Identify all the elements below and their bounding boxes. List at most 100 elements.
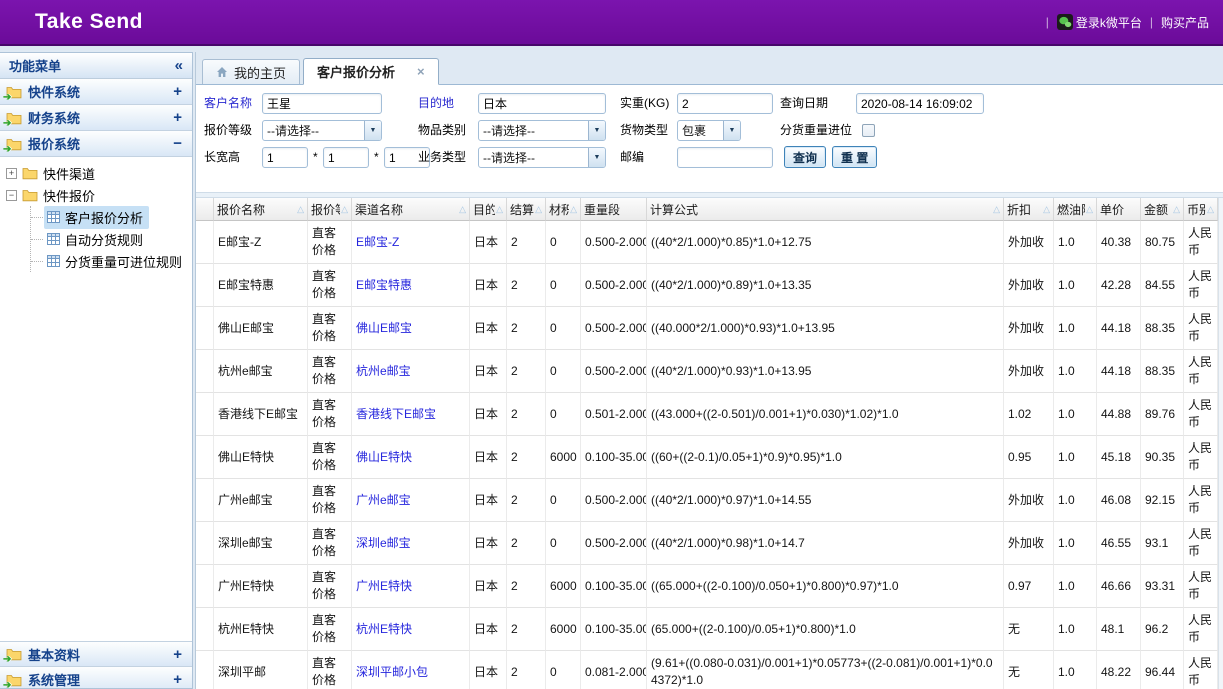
cell-price: 46.55 bbox=[1097, 522, 1141, 565]
column-header-4[interactable]: 结算重△ bbox=[507, 198, 546, 221]
column-header-3[interactable]: 目的地△ bbox=[470, 198, 507, 221]
destination-label: 目的地 bbox=[418, 93, 454, 114]
table-row[interactable]: 广州E特快直客价格广州E特快日本260000.100-35.000((65.00… bbox=[196, 565, 1218, 608]
sidebar-section-finance-system[interactable]: ➔ 财务系统 + bbox=[0, 105, 192, 131]
weight-input[interactable] bbox=[677, 93, 773, 114]
tree-leaf-customer-quote-analysis[interactable]: 客户报价分析 bbox=[31, 206, 192, 228]
item-category-select[interactable]: --请选择-- ▼ bbox=[478, 120, 606, 141]
login-kwei-link[interactable]: 登录k微平台 bbox=[1057, 14, 1142, 31]
destination-input[interactable] bbox=[478, 93, 606, 114]
expand-plus-icon[interactable]: + bbox=[173, 109, 182, 126]
collapse-sidebar-icon[interactable]: « bbox=[175, 57, 183, 74]
channel-link[interactable]: 杭州e邮宝 bbox=[356, 364, 411, 378]
cell-grade: 直客价格 bbox=[308, 651, 352, 689]
column-header-12[interactable]: 币别△ bbox=[1184, 198, 1218, 221]
table-row[interactable]: 香港线下E邮宝直客价格香港线下E邮宝日本200.501-2.000((43.00… bbox=[196, 393, 1218, 436]
column-header-5[interactable]: 材积重△ bbox=[546, 198, 581, 221]
column-header-1[interactable]: 报价等级△ bbox=[308, 198, 352, 221]
sort-icon: △ bbox=[459, 204, 466, 215]
channel-link[interactable]: 广州e邮宝 bbox=[356, 493, 411, 507]
cell-name: 深圳平邮 bbox=[214, 651, 308, 689]
channel-link[interactable]: 深圳平邮小包 bbox=[356, 665, 428, 679]
channel-link[interactable]: 深圳e邮宝 bbox=[356, 536, 411, 550]
sidebar-section-system-admin[interactable]: ➔ 系统管理 + bbox=[0, 667, 192, 689]
sort-icon: △ bbox=[570, 204, 577, 215]
row-indicator-cell bbox=[196, 350, 214, 393]
expand-plus-icon[interactable]: + bbox=[173, 83, 182, 100]
column-header-9[interactable]: 燃油附加△ bbox=[1054, 198, 1097, 221]
cell-currency: 人民币 bbox=[1184, 522, 1218, 565]
search-button[interactable]: 查询 bbox=[784, 146, 826, 168]
chevron-down-icon[interactable]: ▼ bbox=[588, 121, 605, 140]
vertical-scrollbar[interactable] bbox=[1218, 198, 1223, 689]
table-row[interactable]: 深圳e邮宝直客价格深圳e邮宝日本200.500-2.000((40*2/1.00… bbox=[196, 522, 1218, 565]
table-row[interactable]: 佛山E特快直客价格佛山E特快日本260000.100-35.000((60+((… bbox=[196, 436, 1218, 479]
tree-collapse-icon[interactable]: − bbox=[6, 190, 17, 201]
channel-link[interactable]: 杭州E特快 bbox=[356, 622, 412, 636]
tree-node-express-channel[interactable]: + 快件渠道 bbox=[0, 162, 192, 184]
width-input[interactable] bbox=[323, 147, 369, 168]
table-row[interactable]: 杭州E特快直客价格杭州E特快日本260000.100-35.000(65.000… bbox=[196, 608, 1218, 651]
cell-formula: ((40*2/1.000)*0.85)*1.0+12.75 bbox=[647, 221, 1004, 264]
tab-my-homepage[interactable]: 我的主页 bbox=[202, 59, 300, 84]
column-header-0[interactable]: 报价名称△ bbox=[214, 198, 308, 221]
column-header-8[interactable]: 折扣△ bbox=[1004, 198, 1054, 221]
tree-leaf-split-weight-round-rules[interactable]: 分货重量可进位规则 bbox=[31, 250, 192, 272]
quote-grade-label: 报价等级 bbox=[204, 120, 252, 141]
column-label: 单价 bbox=[1100, 201, 1137, 218]
table-row[interactable]: 广州e邮宝直客价格广州e邮宝日本200.500-2.000((40*2/1.00… bbox=[196, 479, 1218, 522]
sidebar-section-basic-data[interactable]: ➔ 基本资料 + bbox=[0, 641, 192, 667]
cell-grade: 直客价格 bbox=[308, 264, 352, 307]
close-tab-icon[interactable]: × bbox=[417, 67, 425, 77]
cell-range: 0.100-35.000 bbox=[581, 436, 647, 479]
column-header-11[interactable]: 金额△ bbox=[1141, 198, 1184, 221]
table-row[interactable]: 杭州e邮宝直客价格杭州e邮宝日本200.500-2.000((40*2/1.00… bbox=[196, 350, 1218, 393]
customer-name-input[interactable] bbox=[262, 93, 382, 114]
cell-range: 0.500-2.000 bbox=[581, 479, 647, 522]
query-date-input[interactable] bbox=[856, 93, 984, 114]
expand-plus-icon[interactable]: + bbox=[173, 646, 182, 663]
table-row[interactable]: E邮宝特惠直客价格E邮宝特惠日本200.500-2.000((40*2/1.00… bbox=[196, 264, 1218, 307]
column-header-7[interactable]: 计算公式△ bbox=[647, 198, 1004, 221]
column-header-10[interactable]: 单价 bbox=[1097, 198, 1141, 221]
folder-arrow-icon: ➔ bbox=[6, 673, 22, 687]
channel-link[interactable]: 佛山E特快 bbox=[356, 450, 412, 464]
reset-button[interactable]: 重 置 bbox=[832, 146, 877, 168]
channel-link[interactable]: 香港线下E邮宝 bbox=[356, 407, 436, 421]
cargo-type-select[interactable]: 包裹 ▼ bbox=[677, 120, 741, 141]
cell-formula: ((43.000+((2-0.501)/0.001+1)*0.030)*1.02… bbox=[647, 393, 1004, 436]
business-type-select[interactable]: --请选择-- ▼ bbox=[478, 147, 606, 168]
sidebar: 功能菜单 « ➔ 快件系统 + ➔ 财务系统 + bbox=[0, 52, 193, 689]
sidebar-section-quote-system[interactable]: ➔ 报价系统 − bbox=[0, 131, 192, 157]
tree-node-express-quote[interactable]: − 快件报价 bbox=[0, 184, 192, 206]
chevron-down-icon[interactable]: ▼ bbox=[588, 148, 605, 167]
sort-icon: △ bbox=[1173, 204, 1180, 215]
tree-expand-icon[interactable]: + bbox=[6, 168, 17, 179]
chevron-down-icon[interactable]: ▼ bbox=[723, 121, 740, 140]
column-header-6[interactable]: 重量段 bbox=[581, 198, 647, 221]
table-row[interactable]: 深圳平邮直客价格深圳平邮小包日本200.081-2.000(9.61+((0.0… bbox=[196, 651, 1218, 689]
channel-link[interactable]: 广州E特快 bbox=[356, 579, 412, 593]
channel-link[interactable]: E邮宝特惠 bbox=[356, 278, 412, 292]
table-row[interactable]: 佛山E邮宝直客价格佛山E邮宝日本200.500-2.000((40.000*2/… bbox=[196, 307, 1218, 350]
sidebar-section-express-system[interactable]: ➔ 快件系统 + bbox=[0, 79, 192, 105]
column-label: 金额 bbox=[1144, 201, 1172, 218]
column-header-2[interactable]: 渠道名称△ bbox=[352, 198, 470, 221]
cell-channel: 佛山E邮宝 bbox=[352, 307, 470, 350]
column-label: 结算重 bbox=[510, 201, 534, 218]
channel-link[interactable]: E邮宝-Z bbox=[356, 235, 399, 249]
expand-plus-icon[interactable]: + bbox=[173, 671, 182, 688]
table-row[interactable]: E邮宝-Z直客价格E邮宝-Z日本200.500-2.000((40*2/1.00… bbox=[196, 221, 1218, 264]
split-weight-carry-checkbox[interactable] bbox=[862, 124, 875, 137]
chevron-down-icon[interactable]: ▼ bbox=[364, 121, 381, 140]
tab-customer-quote-analysis[interactable]: 客户报价分析 × bbox=[303, 58, 439, 85]
row-indicator-cell bbox=[196, 651, 214, 689]
quote-grade-select[interactable]: --请选择-- ▼ bbox=[262, 120, 382, 141]
zip-code-input[interactable] bbox=[677, 147, 773, 168]
length-input[interactable] bbox=[262, 147, 308, 168]
tree-leaf-auto-split-rules[interactable]: 自动分货规则 bbox=[31, 228, 192, 250]
cell-formula: ((40.000*2/1.000)*0.93)*1.0+13.95 bbox=[647, 307, 1004, 350]
buy-product-link[interactable]: 购买产品 bbox=[1161, 14, 1209, 31]
collapse-minus-icon[interactable]: − bbox=[173, 135, 182, 152]
channel-link[interactable]: 佛山E邮宝 bbox=[356, 321, 412, 335]
